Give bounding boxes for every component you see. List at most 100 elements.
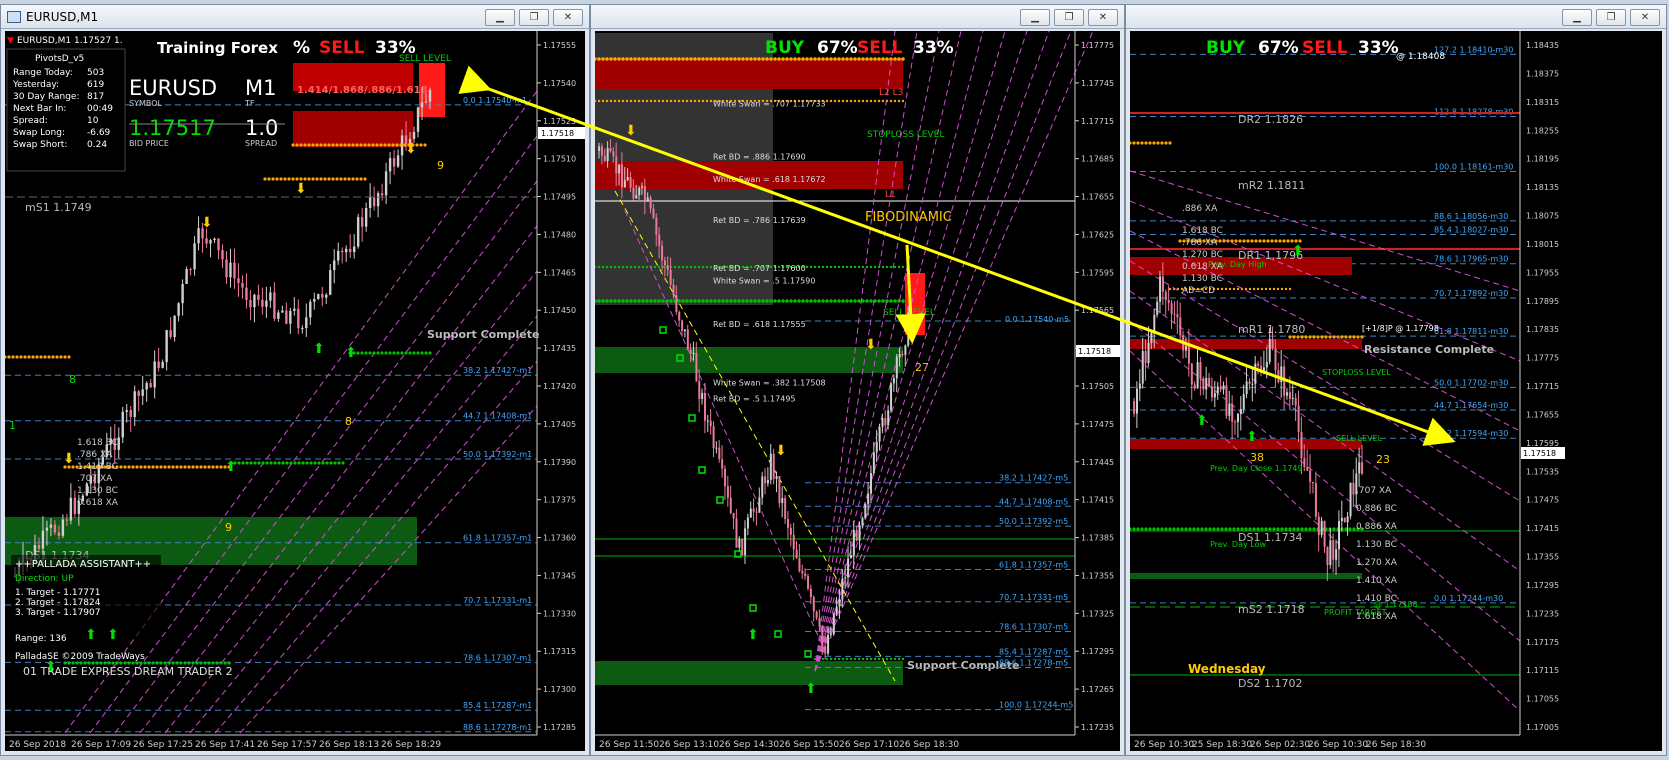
- dotted-level: [35, 355, 39, 359]
- chart-window-m1[interactable]: EURUSD,M1 ▁ ❐ ✕ 1.414/1.868/.886/1.618 0.…: [0, 4, 590, 756]
- dotted-level: [861, 657, 865, 661]
- chart-area[interactable]: White Swan = .707 1.17733 Ret BD = .886 1…: [595, 31, 1120, 751]
- price-chart[interactable]: White Swan = .707 1.17733 Ret BD = .886 1…: [595, 31, 1120, 751]
- m30-candle: [1202, 378, 1205, 390]
- restore-icon[interactable]: ❐: [1054, 9, 1084, 26]
- dotted-level: [813, 265, 817, 269]
- dotted-level: [877, 657, 881, 661]
- minimize-icon[interactable]: ▁: [1562, 9, 1592, 26]
- dotted-level: [1168, 141, 1172, 145]
- restore-icon[interactable]: ❐: [1596, 9, 1626, 26]
- chart-window-m30[interactable]: ▁ ❐ ✕ 127.2 1.18410-m30 112.8 1.18278-m30…: [1125, 4, 1667, 756]
- dotted-level: [313, 461, 317, 465]
- price-chart[interactable]: 127.2 1.18410-m30 112.8 1.18278-m30 100.0 …: [1130, 31, 1662, 751]
- dotted-level: [637, 99, 641, 103]
- fib-level-label: 0.0 1.17540-m5: [1005, 315, 1069, 324]
- dotted-level: [1284, 287, 1288, 291]
- m30-candle: [1300, 431, 1303, 459]
- chart-window-m5[interactable]: ▁ ❐ ✕ White Swan = .707 1.17733 Ret BD = …: [590, 4, 1125, 756]
- minimize-icon[interactable]: ▁: [485, 9, 515, 26]
- m5-candle: [804, 573, 807, 577]
- dotted-level: [323, 143, 327, 147]
- down-arrow-icon: ⬇: [775, 443, 787, 459]
- dotted-level: [253, 461, 257, 465]
- m30-candle: [1329, 540, 1332, 565]
- dotted-level: [893, 299, 897, 303]
- pivots-row-value: 10: [87, 116, 99, 126]
- dotted-level: [761, 299, 765, 303]
- minimize-icon[interactable]: ▁: [1020, 9, 1050, 26]
- dotted-level: [1216, 287, 1220, 291]
- m30-candle: [1271, 338, 1274, 349]
- dotted-level: [267, 177, 271, 181]
- dotted-level: [387, 143, 391, 147]
- swan-label: Ret BD = .618 1.17555: [713, 320, 806, 329]
- down-arrow-icon: ⬇: [865, 337, 877, 353]
- m1-candle: [157, 361, 160, 368]
- close-icon[interactable]: ✕: [1630, 9, 1660, 26]
- down-arrow-icon: ⬇: [201, 215, 213, 231]
- time-tick-label: 26 Sep 15:50: [779, 740, 839, 750]
- dotted-level: [1352, 335, 1356, 339]
- dotted-level: [897, 657, 901, 661]
- m1-candle: [161, 362, 164, 368]
- restore-icon[interactable]: ❐: [519, 9, 549, 26]
- dotted-level: [367, 143, 371, 147]
- m1-candle: [301, 328, 304, 330]
- m30-candle: [1193, 384, 1196, 389]
- chart-area[interactable]: 1.414/1.868/.886/1.618 0.0 1.17540-m1 38.2…: [5, 31, 585, 751]
- m5-candle: [849, 555, 852, 559]
- dotted-level: [833, 299, 837, 303]
- m1-candle: [337, 250, 340, 261]
- down-arrow-icon: ⬇: [295, 181, 307, 197]
- m30-candle: [1239, 409, 1242, 414]
- m30-candle: [1141, 350, 1144, 384]
- dotted-level: [713, 299, 717, 303]
- dotted-level: [1144, 141, 1148, 145]
- chart-area[interactable]: 127.2 1.18410-m30 112.8 1.18278-m30 100.0 …: [1130, 31, 1662, 751]
- dotted-level: [1258, 239, 1262, 243]
- time-tick-label: 26 Sep 13:10: [659, 740, 719, 750]
- dotted-level: [745, 299, 749, 303]
- m30-candle: [1185, 345, 1188, 351]
- dotted-level: [245, 461, 249, 465]
- m5-candle: [726, 486, 729, 498]
- m1-candle: [384, 171, 388, 196]
- price-chart[interactable]: 1.414/1.868/.886/1.618 0.0 1.17540-m1 38.2…: [5, 31, 585, 751]
- dotted-level: [753, 57, 757, 61]
- pivot-label: mR1 1.1780: [1238, 323, 1305, 336]
- dotted-level: [657, 299, 661, 303]
- dotted-level: [119, 465, 123, 469]
- dotted-level: [829, 99, 833, 103]
- m1-candle: [360, 217, 364, 227]
- dotted-level: [681, 57, 685, 61]
- m1-candle: [245, 287, 248, 301]
- dotted-level: [649, 57, 653, 61]
- m1-candle: [396, 155, 400, 167]
- m5-candle: [878, 426, 881, 442]
- fib-level-label: 70.7 1.17331-m5: [999, 593, 1068, 602]
- price-tick-label: 1.17555: [543, 41, 576, 50]
- dotted-level: [729, 299, 733, 303]
- m5-candle: [807, 576, 810, 589]
- price-tick-label: 1.17355: [1081, 571, 1114, 580]
- current-price-label: 1.17518: [1078, 347, 1111, 356]
- dotted-level: [741, 299, 745, 303]
- assistant-copyright: PalladaSE ©2009 TradeWays: [15, 652, 145, 662]
- m5-candle: [661, 245, 664, 261]
- dotted-level: [817, 265, 821, 269]
- m5-candle: [600, 146, 603, 156]
- menu-icon: ▼: [7, 36, 14, 46]
- dotted-level: [661, 299, 665, 303]
- close-icon[interactable]: ✕: [553, 9, 583, 26]
- buy-pct: %: [293, 38, 310, 58]
- m30-candle: [1340, 517, 1343, 522]
- m1-candle: [205, 238, 208, 244]
- m1-candle: [289, 310, 292, 324]
- close-icon[interactable]: ✕: [1088, 9, 1118, 26]
- m30-candle: [1288, 392, 1291, 399]
- dotted-level: [853, 299, 857, 303]
- dotted-level: [321, 461, 325, 465]
- sell-zone: [1130, 339, 1362, 349]
- dotted-level: [601, 99, 605, 103]
